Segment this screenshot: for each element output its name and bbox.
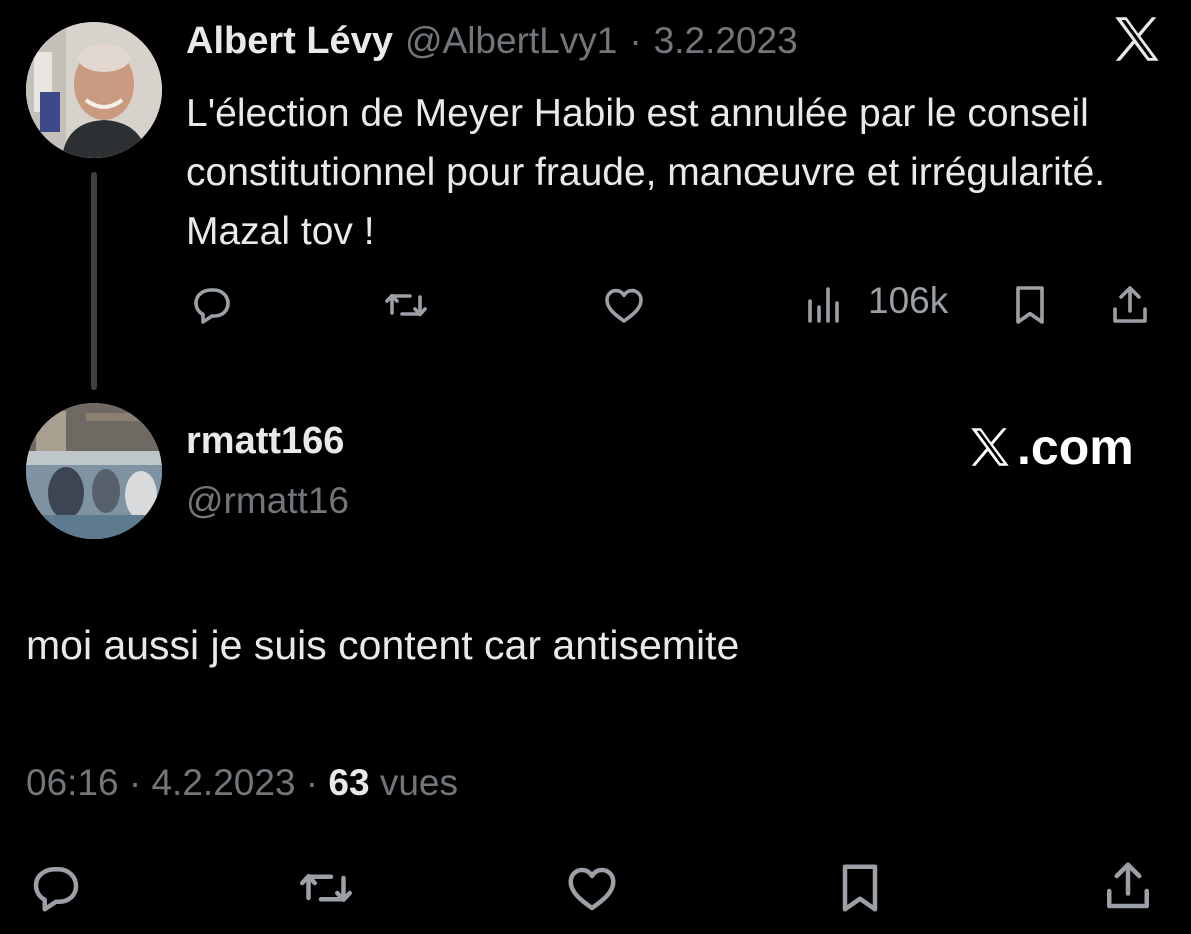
reply-tweet-text: moi aussi je suis content car antisemite: [26, 622, 740, 668]
x-com-watermark: .com: [965, 418, 1134, 476]
retweet-icon[interactable]: [296, 858, 356, 918]
bookmark-icon[interactable]: [1006, 281, 1054, 329]
header-separator: ·: [629, 20, 642, 61]
views-icon[interactable]: [800, 281, 848, 329]
retweet-icon[interactable]: [382, 281, 430, 329]
parent-tweet-text: L'élection de Meyer Habib est annulée pa…: [186, 92, 1106, 253]
reply-time[interactable]: 06:16: [26, 762, 119, 803]
parent-author-handle[interactable]: @AlbertLvy1: [405, 20, 617, 62]
parent-author-name[interactable]: Albert Lévy: [186, 20, 393, 63]
share-icon[interactable]: [1106, 281, 1154, 329]
like-icon[interactable]: [562, 858, 622, 918]
parent-tweet-header: Albert Lévy @AlbertLvy1 · 3.2.2023: [186, 20, 798, 63]
reply-author-handle[interactable]: @rmatt16: [186, 480, 349, 522]
rmatt166-avatar[interactable]: [26, 403, 162, 539]
like-icon[interactable]: [600, 281, 648, 329]
parent-views-count: 106k: [868, 280, 949, 321]
x-logo-icon: [971, 428, 1009, 466]
thread-connector-line: [91, 172, 97, 390]
parent-tweet-date[interactable]: 3.2.2023: [654, 20, 798, 62]
reply-icon[interactable]: [188, 281, 236, 329]
reply-author-name[interactable]: rmatt166: [186, 420, 344, 463]
albert-levy-avatar[interactable]: [26, 22, 162, 158]
x-logo-icon: [1108, 10, 1166, 68]
reply-meta: 06:16 · 4.2.2023 · 63 vues: [26, 762, 458, 804]
meta-separator: ·: [305, 762, 319, 803]
reply-icon[interactable]: [26, 858, 86, 918]
meta-separator: ·: [128, 762, 142, 803]
bookmark-icon[interactable]: [830, 858, 890, 918]
x-com-label: .com: [1017, 419, 1134, 475]
share-icon[interactable]: [1098, 856, 1158, 916]
reply-views-label: vues: [379, 762, 458, 803]
reply-date[interactable]: 4.2.2023: [151, 762, 295, 803]
reply-views-count: 63: [328, 762, 370, 803]
